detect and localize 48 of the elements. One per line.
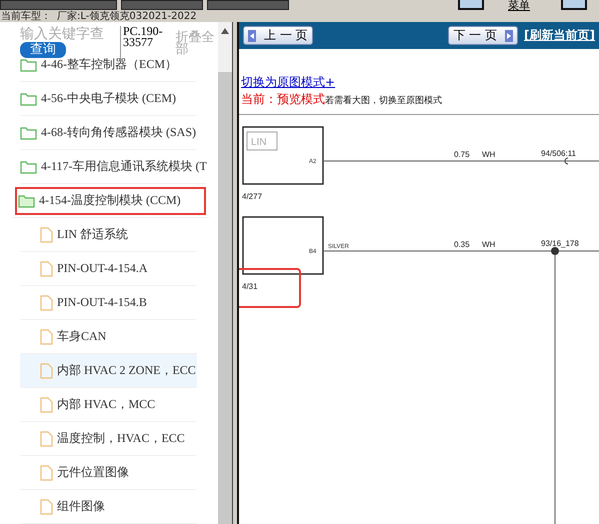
tree-item[interactable]: 4-56-中央电子模块 (CEM) xyxy=(20,82,197,116)
vehicle-name: 厂家:L-领克领克032021-2022 xyxy=(57,12,197,22)
tree-item[interactable]: 内部 HVAC，MCC xyxy=(20,388,197,422)
tree-item[interactable]: PIN-OUT-4-154.B xyxy=(20,286,197,320)
target-label: 93/16_178 xyxy=(541,239,579,248)
wire-gauge: 0.75 xyxy=(454,150,470,160)
menu-link[interactable]: 菜单 xyxy=(508,0,530,13)
wire-gauge: 0.35 xyxy=(454,240,470,250)
current-mode: 当前：预览模式 xyxy=(241,91,325,108)
switch-mode-link[interactable]: 切换为原图模式+ xyxy=(241,74,336,92)
document-icon xyxy=(40,362,53,378)
document-icon xyxy=(40,260,53,276)
window-icon[interactable] xyxy=(458,0,484,10)
reference-label: 4/31 xyxy=(242,282,258,292)
tree-item[interactable]: 内部 HVAC 2 ZONE，ECC xyxy=(20,354,197,388)
document-icon xyxy=(40,396,53,412)
mode-hint: 若需看大图，切换至原图模式 xyxy=(325,94,442,108)
tree-item[interactable]: 4-117-车用信息通讯系统模块 (T xyxy=(20,150,207,184)
splitter-bar[interactable] xyxy=(232,22,239,524)
document-icon xyxy=(40,328,53,344)
right-arrow-icon xyxy=(505,30,514,42)
scrollbar[interactable] xyxy=(218,22,232,524)
tree-item[interactable]: LIN 舒适系统 xyxy=(20,218,197,252)
tree-item[interactable]: 温度控制，HVAC，ECC xyxy=(20,422,197,456)
wire-code: WH xyxy=(482,240,496,250)
tree-item[interactable]: 元件位置图像 xyxy=(20,456,197,490)
target-label: 94/506:11 xyxy=(541,149,576,158)
connector-icon xyxy=(564,158,568,165)
tree-item[interactable]: 组件图像 xyxy=(20,490,197,524)
document-icon xyxy=(40,430,53,446)
tree-item[interactable]: PIN-OUT-4-154.A xyxy=(20,252,197,286)
wire-code: WH xyxy=(482,150,496,160)
tree-item[interactable]: 4-68-转向角传感器模块 (SAS) xyxy=(20,116,197,150)
document-icon xyxy=(40,464,53,480)
left-arrow-icon xyxy=(248,30,256,42)
document-icon xyxy=(40,294,53,310)
document-icon xyxy=(40,498,53,514)
vehicle-label: 当前车型： xyxy=(1,12,51,22)
window-icon[interactable] xyxy=(561,0,587,10)
scroll-up-icon[interactable] xyxy=(221,28,229,34)
lin-logo: LIN xyxy=(246,132,278,151)
reference-label: 4/277 xyxy=(242,192,262,202)
search-button[interactable]: 查询 xyxy=(20,42,66,58)
next-page-button[interactable]: 下 一 页 xyxy=(448,26,518,46)
tree-item[interactable]: 4-154-温度控制模块 (CCM) xyxy=(12,184,209,218)
refresh-link[interactable]: [刷新当前页] xyxy=(524,27,595,44)
document-icon xyxy=(40,226,53,242)
previous-page-button[interactable]: 上 一 页 xyxy=(243,26,313,46)
